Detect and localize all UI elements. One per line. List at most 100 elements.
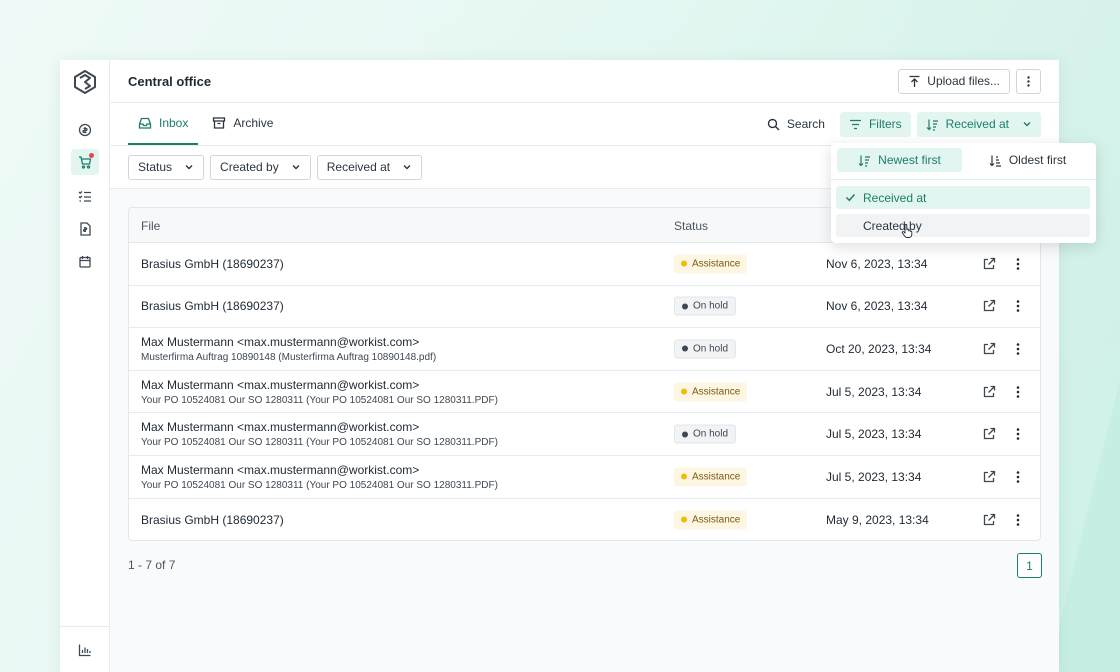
- sort-button[interactable]: Received at: [916, 111, 1041, 137]
- status-label: Assistance: [692, 471, 741, 483]
- status-dot: [681, 260, 687, 267]
- table-row[interactable]: Max Mustermann <max.mustermann@workist.c…: [129, 456, 1040, 499]
- status-badge: Assistance: [674, 254, 748, 274]
- open-external-icon[interactable]: [982, 427, 996, 441]
- tab-archive[interactable]: Archive: [202, 103, 283, 145]
- open-external-icon[interactable]: [982, 513, 996, 527]
- rail-bottom: [60, 626, 110, 672]
- open-external-icon[interactable]: [982, 299, 996, 313]
- file-name: Max Mustermann <max.mustermann@workist.c…: [141, 377, 420, 392]
- more-vertical-icon[interactable]: [1011, 257, 1025, 271]
- column-header-file[interactable]: File: [141, 219, 160, 233]
- logo-icon[interactable]: [72, 69, 98, 95]
- column-header-status[interactable]: Status: [674, 219, 708, 233]
- more-vertical-icon: [1027, 75, 1030, 87]
- page-button-current[interactable]: 1: [1017, 553, 1042, 578]
- search-label: Search: [786, 117, 825, 131]
- more-vertical-icon[interactable]: [1011, 470, 1025, 484]
- table-row[interactable]: Max Mustermann <max.mustermann@workist.c…: [129, 413, 1040, 456]
- chevron-down-icon: [1023, 122, 1031, 127]
- more-vertical-icon[interactable]: [1011, 385, 1025, 399]
- more-vertical-icon[interactable]: [1011, 427, 1025, 441]
- created-by-filter[interactable]: Created by: [210, 154, 311, 180]
- file-subject: Your PO 10524081 Our SO 1280311 (Your PO…: [141, 437, 498, 449]
- file-name: Max Mustermann <max.mustermann@workist.c…: [141, 334, 420, 349]
- sort-descending-icon: [926, 119, 938, 131]
- received-date: Nov 6, 2023, 13:34: [826, 256, 928, 271]
- status-dot: [681, 516, 687, 523]
- sort-field-created-by[interactable]: Created by: [836, 214, 1090, 238]
- open-external-icon[interactable]: [982, 470, 996, 484]
- file-cell: Max Mustermann <max.mustermann@workist.c…: [141, 371, 498, 413]
- table-row[interactable]: Max Mustermann <max.mustermann@workist.c…: [129, 328, 1040, 371]
- table-row[interactable]: Brasius GmbH (18690237) On hold Nov 6, 202…: [129, 286, 1040, 329]
- open-external-icon[interactable]: [982, 257, 996, 271]
- top-bar: Central office Upload files...: [110, 60, 1059, 103]
- pointer-cursor-icon: [901, 224, 913, 238]
- more-vertical-icon[interactable]: [1011, 299, 1025, 313]
- sort-field-received-at[interactable]: Received at: [836, 186, 1090, 209]
- check-icon: [845, 193, 856, 202]
- status-filter-label: Status: [138, 160, 173, 174]
- file-cell: Max Mustermann <max.mustermann@workist.c…: [141, 413, 498, 455]
- tab-inbox-label: Inbox: [159, 116, 189, 130]
- bar-chart-icon[interactable]: [78, 643, 92, 657]
- rail-item-invoices[interactable]: [71, 216, 99, 242]
- status-dot: [681, 473, 687, 480]
- table-row[interactable]: Max Mustermann <max.mustermann@workist.c…: [129, 371, 1040, 414]
- status-badge: On hold: [674, 339, 737, 359]
- rail-item-calendar[interactable]: [71, 249, 99, 275]
- app-window: Central office Upload files... Inbox Arc…: [60, 60, 1096, 672]
- open-external-icon[interactable]: [982, 385, 996, 399]
- table-row[interactable]: Brasius GmbH (18690237) Assistance Nov 6, …: [129, 243, 1040, 286]
- open-external-icon[interactable]: [982, 342, 996, 356]
- search-button[interactable]: Search: [758, 112, 834, 137]
- search-icon: [767, 118, 780, 130]
- sort-field-label: Received at: [863, 190, 927, 205]
- file-cell: Max Mustermann <max.mustermann@workist.c…: [141, 328, 436, 370]
- tab-inbox[interactable]: Inbox: [128, 103, 199, 145]
- nav-rail: [60, 60, 110, 672]
- chevron-down-icon: [292, 165, 300, 170]
- status-label: On hold: [693, 343, 729, 355]
- received-at-filter[interactable]: Received at: [316, 154, 423, 180]
- file-cell: Brasius GmbH (18690237): [141, 286, 284, 328]
- sort-newest-first[interactable]: Newest first: [837, 148, 962, 172]
- filters-label: Filters: [868, 117, 902, 131]
- status-label: Assistance: [692, 514, 741, 526]
- more-vertical-icon[interactable]: [1011, 513, 1025, 527]
- sort-label: Received at: [945, 117, 1009, 131]
- table-row[interactable]: Brasius GmbH (18690237) Assistance May 9, …: [129, 499, 1040, 540]
- sort-ascending-icon: [989, 155, 1001, 167]
- rail-item-chat[interactable]: [71, 117, 99, 143]
- status-dot: [682, 303, 688, 310]
- more-menu-button[interactable]: [1016, 68, 1041, 94]
- upload-files-label: Upload files...: [927, 74, 1000, 88]
- file-name: Brasius GmbH (18690237): [141, 256, 284, 271]
- received-date: May 9, 2023, 13:34: [826, 512, 929, 527]
- status-label: Assistance: [692, 386, 741, 398]
- upload-files-button[interactable]: Upload files...: [898, 68, 1010, 94]
- invoice-icon: [80, 222, 91, 236]
- rail-item-tasks[interactable]: [71, 183, 99, 209]
- page-title: Central office: [128, 73, 212, 89]
- status-badge: Assistance: [674, 510, 748, 530]
- more-vertical-icon[interactable]: [1011, 342, 1025, 356]
- filters-button[interactable]: Filters: [839, 111, 911, 137]
- rail-item-orders[interactable]: [71, 149, 99, 175]
- file-name: Max Mustermann <max.mustermann@workist.c…: [141, 420, 420, 435]
- file-cell: Brasius GmbH (18690237): [141, 243, 284, 285]
- chevron-down-icon: [185, 165, 193, 170]
- file-name: Max Mustermann <max.mustermann@workist.c…: [141, 462, 420, 477]
- file-subject: Musterfirma Auftrag 10890148 (Musterfirm…: [141, 351, 437, 363]
- calendar-icon: [79, 256, 91, 268]
- status-dot: [682, 431, 688, 438]
- sort-dropdown: Newest first Oldest first Received at Cr…: [831, 143, 1096, 243]
- status-badge: Assistance: [674, 467, 748, 487]
- file-cell: Brasius GmbH (18690237): [141, 499, 284, 540]
- tab-archive-label: Archive: [233, 116, 274, 130]
- received-date: Jul 5, 2023, 13:34: [826, 469, 922, 484]
- sort-oldest-first[interactable]: Oldest first: [965, 148, 1090, 172]
- status-filter[interactable]: Status: [128, 154, 205, 180]
- table-body: Brasius GmbH (18690237) Assistance Nov 6, …: [129, 243, 1040, 540]
